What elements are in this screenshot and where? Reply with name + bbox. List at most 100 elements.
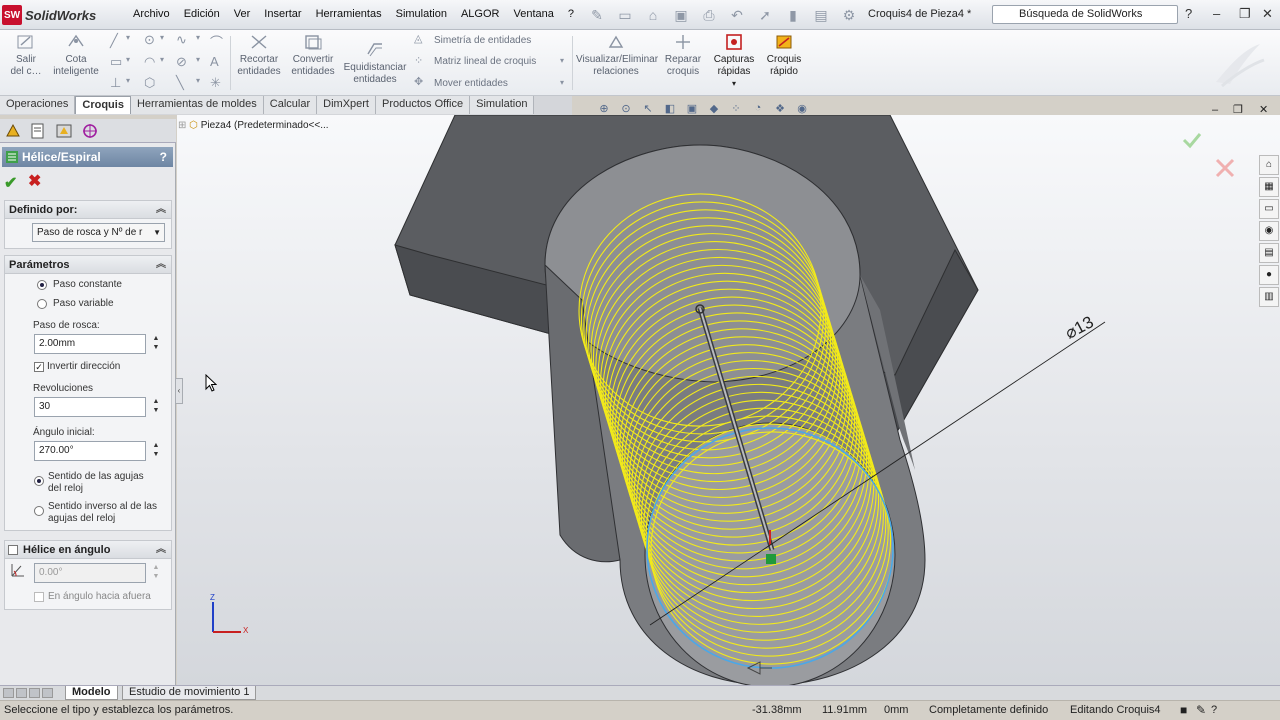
new-document-icon[interactable]: ▭	[614, 6, 636, 24]
taper-helix-checkbox[interactable]	[8, 545, 18, 555]
quick-snaps-dropdown-icon[interactable]: ▾	[710, 78, 758, 90]
viewport-close-icon[interactable]: ✕	[1259, 103, 1268, 116]
pitch-variable-radio[interactable]	[37, 299, 47, 309]
rebuild-status-icon[interactable]: ■	[1180, 701, 1187, 720]
display-style-icon[interactable]: ◆	[706, 102, 722, 116]
section-view-icon[interactable]: ◧	[662, 102, 678, 116]
menu-ver[interactable]: Ver	[227, 8, 258, 20]
polygon-icon[interactable]: ⬡	[144, 75, 155, 91]
sketch-fillet-icon[interactable]: ⌒	[210, 32, 223, 51]
circle-dropdown-icon[interactable]: ▾	[160, 33, 164, 42]
rectangle-icon[interactable]: ▭	[110, 54, 122, 70]
design-library-icon[interactable]: ▦	[1259, 177, 1279, 197]
sketch-status-icon[interactable]: ✎	[1196, 701, 1206, 720]
dimxpert-manager-tab-icon[interactable]	[80, 122, 100, 140]
offset-dropdown-icon[interactable]: ▾	[196, 76, 200, 85]
help-status-icon[interactable]: ?	[1211, 701, 1217, 720]
move-dropdown-icon[interactable]: ▾	[560, 78, 564, 87]
rebuild-icon[interactable]: ▮	[782, 6, 804, 24]
taper-angle-spinner[interactable]: ▲ ▼	[150, 563, 162, 583]
print-icon[interactable]: ⎙	[698, 6, 720, 24]
apply-scene-icon[interactable]: ❖	[772, 102, 788, 116]
rectangle-dropdown-icon[interactable]: ▾	[126, 55, 130, 64]
custom-properties-icon[interactable]: ▥	[1259, 287, 1279, 307]
trim-button[interactable]: Recortar entidades	[234, 32, 284, 78]
view-settings-icon[interactable]: ◉	[794, 102, 810, 116]
menu-simulation[interactable]: Simulation	[389, 8, 454, 20]
line-dropdown-icon[interactable]: ▾	[126, 33, 130, 42]
configuration-manager-tab-icon[interactable]	[54, 122, 74, 140]
appearances-icon[interactable]: ●	[1259, 265, 1279, 285]
counterclockwise-radio[interactable]	[34, 506, 44, 516]
revolutions-input[interactable]: 30	[34, 397, 146, 417]
view-orientation-icon[interactable]: ▣	[684, 102, 700, 116]
tab-modelo[interactable]: Modelo	[65, 686, 118, 700]
tab-calcular[interactable]: Calcular	[263, 96, 318, 114]
centerline-dropdown-icon[interactable]: ▾	[126, 76, 130, 85]
menu-ventana[interactable]: Ventana	[506, 8, 560, 20]
options-icon[interactable]: ⚙	[838, 6, 860, 24]
first-tab-icon[interactable]	[3, 688, 14, 698]
expand-icon[interactable]: ⊞	[178, 120, 186, 131]
taper-angle-input[interactable]: 0.00°	[34, 563, 146, 583]
save-icon[interactable]: ▣	[670, 6, 692, 24]
graphics-area[interactable]: Z X ⌀13	[177, 115, 1280, 685]
pattern-dropdown-icon[interactable]: ▾	[560, 56, 564, 65]
convert-button[interactable]: Convertir entidades	[286, 32, 340, 78]
move-command[interactable]: Mover entidades	[434, 78, 508, 89]
close-icon[interactable]: ✕	[1262, 6, 1273, 22]
spline-dropdown-icon[interactable]: ▾	[196, 33, 200, 42]
open-icon[interactable]: ⌂	[642, 6, 664, 24]
start-angle-spinner[interactable]: ▲ ▼	[150, 441, 162, 461]
collapse-icon[interactable]: ︽	[156, 201, 166, 219]
previous-view-icon[interactable]: ↖	[640, 102, 656, 116]
ellipse-dropdown-icon[interactable]: ▾	[196, 55, 200, 64]
line-icon[interactable]: ╱	[110, 33, 118, 49]
revolutions-spinner[interactable]: ▲ ▼	[150, 397, 162, 417]
feature-tree-item[interactable]: ⊞ ⬡ Pieza4 (Predeterminado<<...	[178, 120, 329, 131]
tab-operaciones[interactable]: Operaciones	[0, 96, 76, 114]
tab-estudio-de-movimiento[interactable]: Estudio de movimiento 1	[122, 686, 257, 700]
panel-collapse-handle[interactable]: ‹	[175, 378, 183, 404]
quick-snaps-button[interactable]: Capturas rápidas ▾	[710, 32, 758, 90]
repair-sketch-button[interactable]: Reparar croquis	[660, 32, 706, 78]
search-results-icon[interactable]: ◉	[1259, 221, 1279, 241]
offset-button[interactable]: Equidistanciar entidades	[342, 40, 408, 86]
zoom-to-fit-icon[interactable]: ⊕	[596, 102, 612, 116]
tab-croquis[interactable]: Croquis	[75, 96, 131, 114]
ok-button[interactable]: ✔	[4, 173, 17, 193]
menu-edicion[interactable]: Edición	[177, 8, 227, 20]
defined-by-header[interactable]: Definido por: ︽	[5, 201, 171, 219]
circle-icon[interactable]: ⊙	[144, 32, 155, 48]
undo-icon[interactable]: ↶	[726, 6, 748, 24]
zoom-to-area-icon[interactable]: ⊙	[618, 102, 634, 116]
smart-dimension-button[interactable]: Cota inteligente	[50, 32, 102, 78]
rapid-sketch-button[interactable]: Croquis rápido	[762, 32, 806, 78]
tab-productos-office[interactable]: Productos Office	[375, 96, 471, 114]
property-manager-tab-icon[interactable]	[28, 122, 48, 140]
select-icon[interactable]: ➚	[754, 6, 776, 24]
help-button[interactable]: ?	[160, 147, 167, 167]
solidworks-resources-icon[interactable]: ⌂	[1259, 155, 1279, 175]
centerline-icon[interactable]: ⊥	[110, 75, 121, 91]
point-icon[interactable]: ✳	[210, 75, 221, 91]
arc-dropdown-icon[interactable]: ▾	[160, 55, 164, 64]
search-input[interactable]: Búsqueda de SolidWorks	[992, 5, 1178, 24]
pitch-input[interactable]: 2.00mm	[34, 334, 146, 354]
defined-by-select[interactable]: Paso de rosca y Nº de r ▼	[32, 223, 165, 242]
menu-archivo[interactable]: Archivo	[126, 8, 177, 20]
origin-marker[interactable]	[766, 554, 776, 564]
text-icon[interactable]: A	[210, 54, 219, 69]
file-explorer-icon[interactable]: ▭	[1259, 199, 1279, 219]
last-tab-icon[interactable]	[42, 688, 53, 698]
collapse-icon[interactable]: ︽	[156, 541, 166, 559]
relations-button[interactable]: Visualizar/Eliminar relaciones	[576, 32, 658, 78]
viewport-restore-icon[interactable]: ❐	[1233, 103, 1243, 116]
collapse-icon[interactable]: ︽	[156, 256, 166, 274]
parameters-header[interactable]: Parámetros ︽	[5, 256, 171, 274]
minimize-icon[interactable]: –	[1213, 6, 1220, 21]
cancel-button[interactable]: ✖	[28, 171, 41, 191]
confirm-corner-cancel-icon[interactable]	[1215, 158, 1235, 178]
view-palette-icon[interactable]: ▤	[1259, 243, 1279, 263]
confirm-corner-ok-icon[interactable]	[1182, 133, 1202, 149]
